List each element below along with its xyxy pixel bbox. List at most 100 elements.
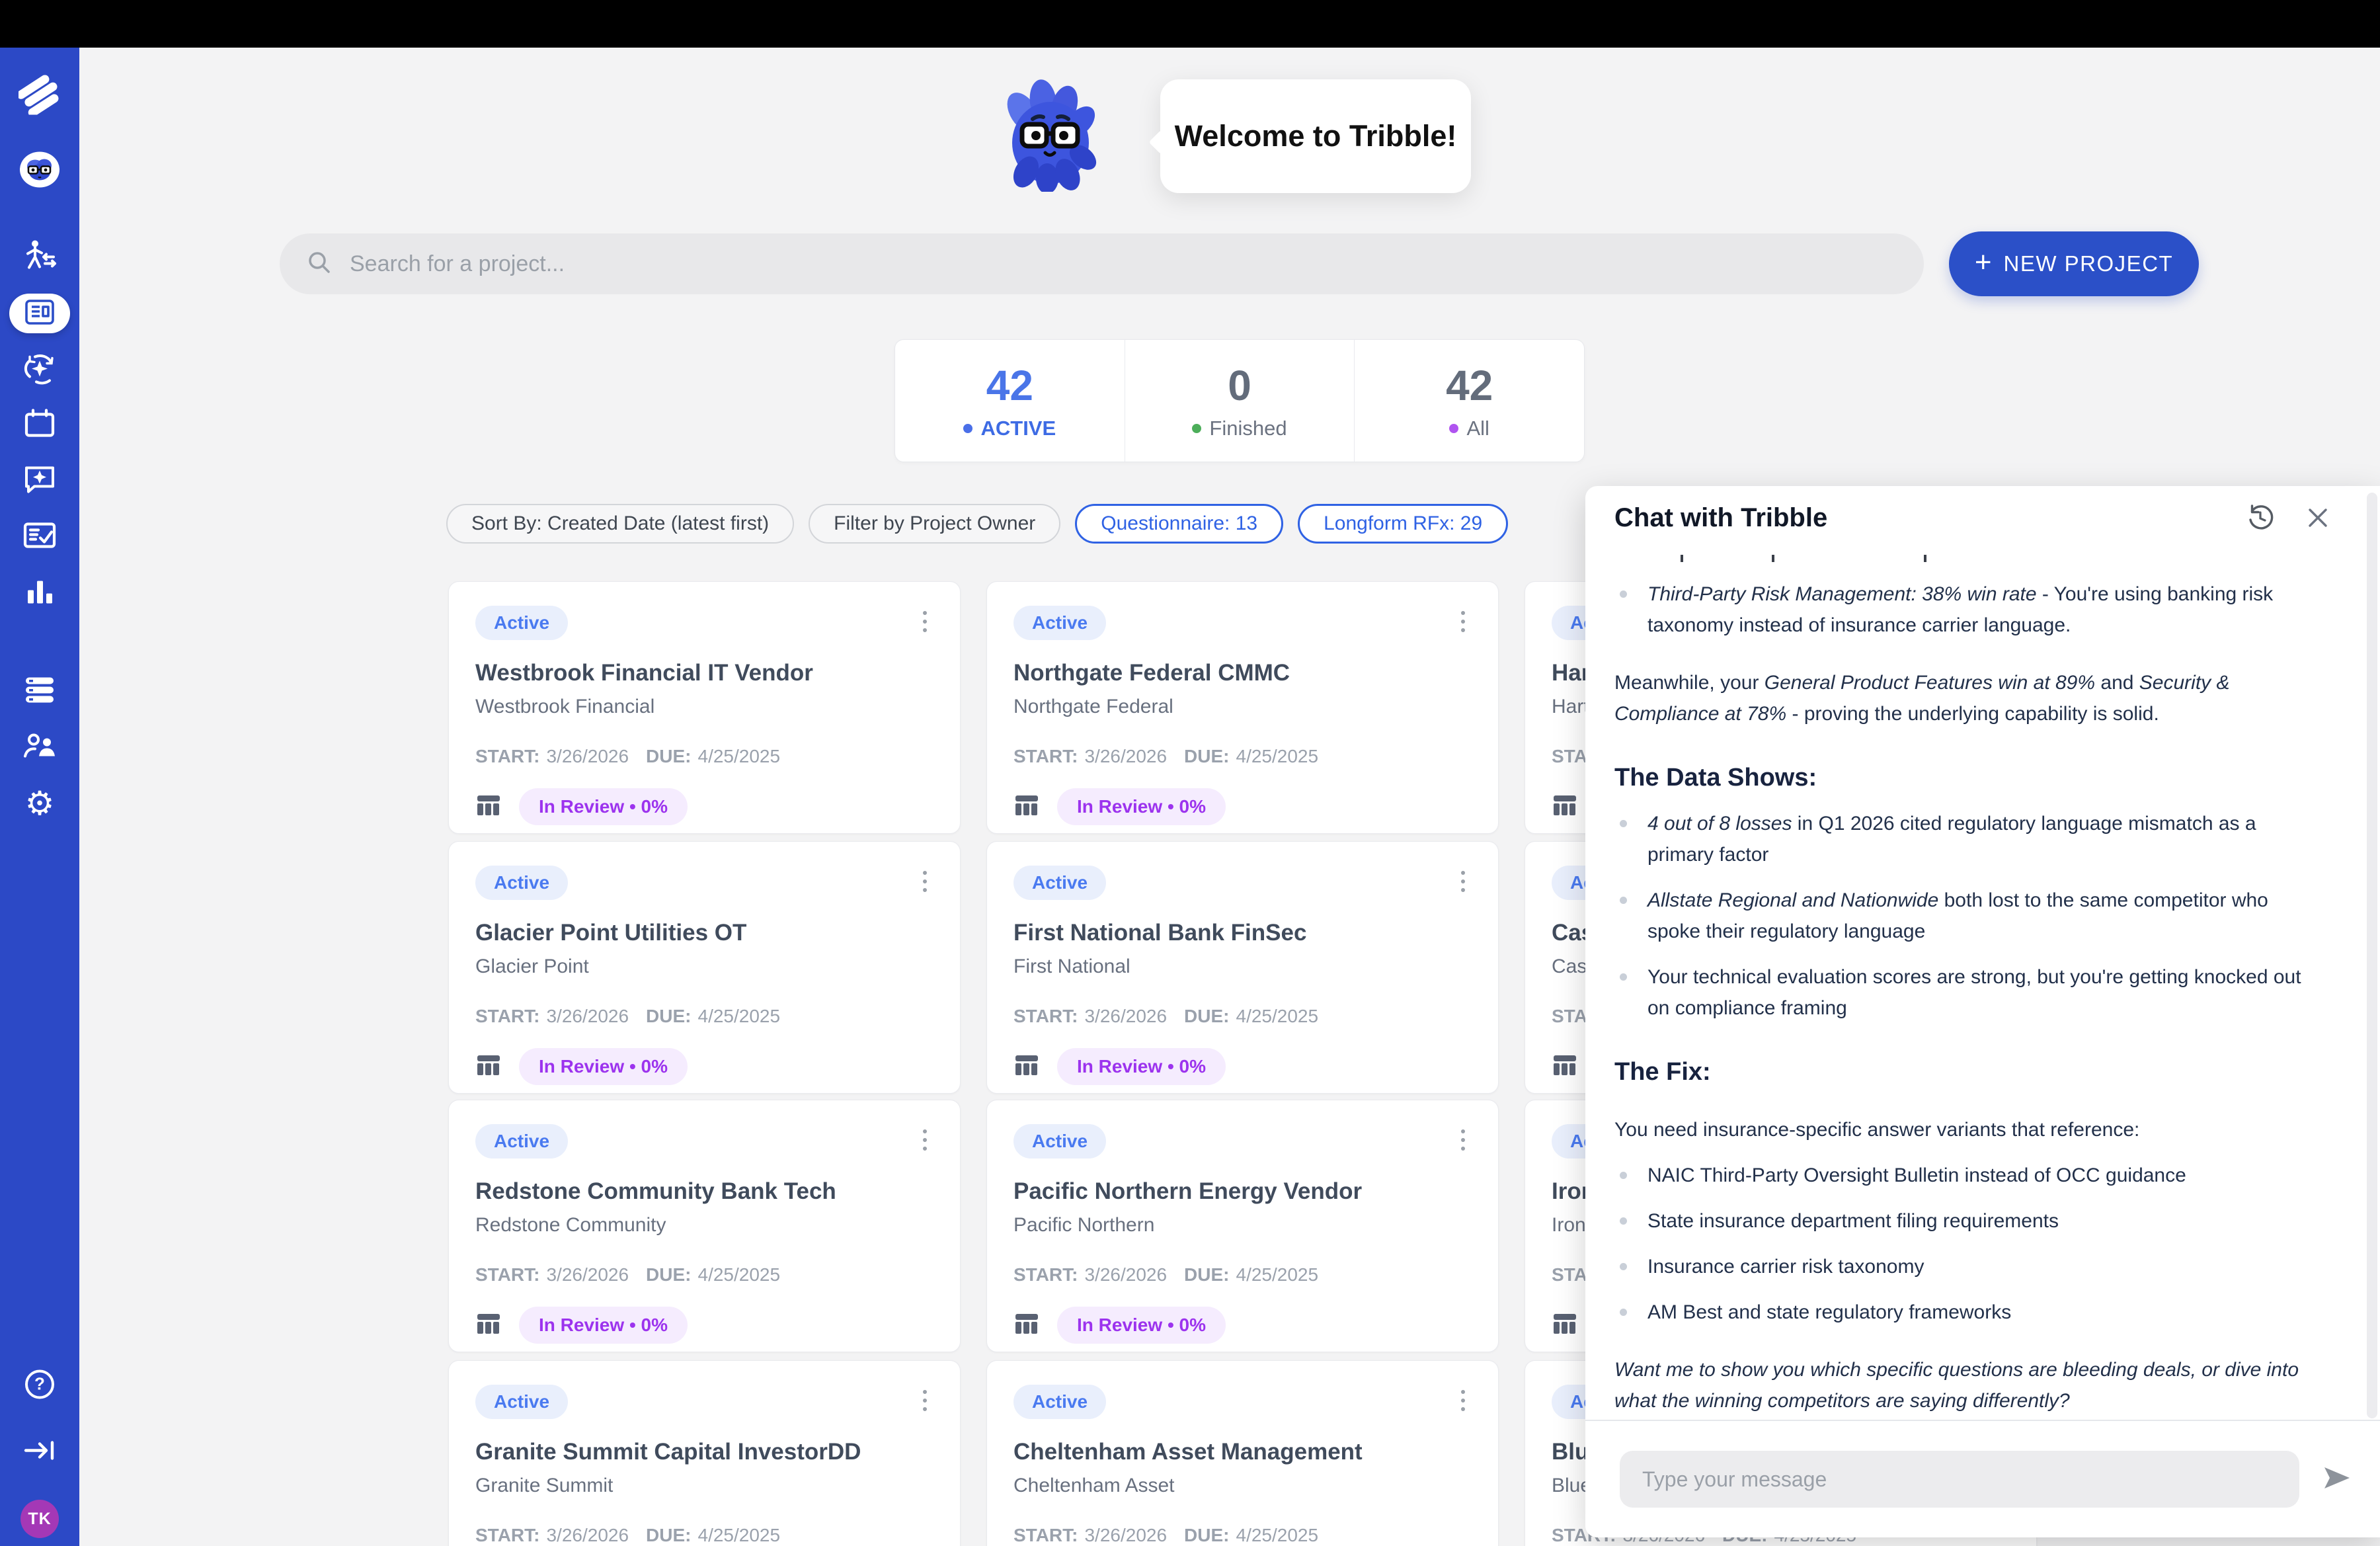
new-project-button[interactable]: + NEW PROJECT xyxy=(1949,231,2199,296)
sidebar-item-users[interactable] xyxy=(0,731,79,765)
filter-chip[interactable]: Sort By: Created Date (latest first) xyxy=(446,504,794,544)
filter-chip[interactable]: Filter by Project Owner xyxy=(809,504,1060,544)
project-subtitle: Granite Summit xyxy=(475,1475,933,1497)
close-icon[interactable] xyxy=(2305,505,2331,531)
history-icon[interactable] xyxy=(2245,503,2276,533)
review-progress-badge: In Review • 0% xyxy=(1057,788,1226,825)
project-dates: START:3/26/2026DUE:4/25/2025 xyxy=(475,1525,933,1546)
project-card[interactable]: Active Redstone Community Bank Tech Reds… xyxy=(448,1100,961,1352)
project-search[interactable] xyxy=(280,233,1924,294)
users-icon xyxy=(22,731,58,765)
sidebar: ⚙ ? TK xyxy=(0,48,79,1546)
chat-bullet-item: Insurance carrier risk taxonomy xyxy=(1614,1251,2324,1282)
sidebar-item-projects[interactable] xyxy=(0,294,79,333)
project-dates: START:3/26/2026DUE:4/25/2025 xyxy=(475,1006,933,1027)
sidebar-item-refresh-sparkle[interactable] xyxy=(0,352,79,389)
filter-chip[interactable]: Questionnaire: 13 xyxy=(1075,504,1283,544)
chat-bullet-list: Third-Party Risk Management: 38% win rat… xyxy=(1614,579,2324,641)
data-stack-icon xyxy=(22,675,57,709)
help-icon: ? xyxy=(23,1368,56,1404)
review-progress-badge: In Review • 0% xyxy=(519,788,688,825)
table-icon xyxy=(1013,1312,1040,1339)
project-card[interactable]: Active Granite Summit Capital InvestorDD… xyxy=(448,1360,961,1546)
project-title: Redstone Community Bank Tech xyxy=(475,1178,933,1205)
project-dates: START:3/26/2026DUE:4/25/2025 xyxy=(1013,1006,1472,1027)
chat-paragraph: Meanwhile, your General Product Features… xyxy=(1614,667,2324,729)
sidebar-item-help[interactable]: ? xyxy=(0,1368,79,1404)
table-icon xyxy=(1552,1053,1578,1080)
chat-section-heading: The Fix: xyxy=(1614,1057,2324,1088)
table-icon xyxy=(475,793,502,821)
sidebar-item-analytics[interactable] xyxy=(0,577,79,611)
tribble-mascot-illustration xyxy=(998,78,1103,195)
chat-bullet-item: Allstate Regional and Nationwide both lo… xyxy=(1614,885,2324,947)
stat-tab-active[interactable]: 42 ACTIVE xyxy=(895,340,1125,462)
chat-message: Third-Party Risk Management: 38% win rat… xyxy=(1585,552,2361,1418)
sidebar-item-workflow[interactable] xyxy=(0,239,79,276)
project-card[interactable]: Active Cheltenham Asset Management Chelt… xyxy=(986,1360,1499,1546)
calendar-icon xyxy=(23,408,56,443)
project-card[interactable]: Active Northgate Federal CMMC Northgate … xyxy=(986,581,1499,834)
chat-message-input[interactable] xyxy=(1620,1451,2299,1508)
send-icon[interactable] xyxy=(2319,1461,2354,1498)
project-dates: START:3/26/2026DUE:4/25/2025 xyxy=(1013,1525,1472,1546)
project-title: Northgate Federal CMMC xyxy=(1013,660,1472,686)
card-menu-icon[interactable] xyxy=(1454,1124,1472,1156)
card-menu-icon[interactable] xyxy=(916,1124,933,1156)
search-icon xyxy=(306,249,333,279)
stat-tab-finished[interactable]: 0 Finished xyxy=(1125,340,1355,462)
stat-dot xyxy=(1192,424,1201,433)
project-dates: START:3/26/2026DUE:4/25/2025 xyxy=(1013,1264,1472,1285)
plus-icon: + xyxy=(1975,248,1992,277)
status-badge: Active xyxy=(1013,606,1106,640)
settings-icon: ⚙ xyxy=(25,787,55,820)
stat-dot xyxy=(963,424,972,433)
sidebar-item-forms-check[interactable] xyxy=(0,520,79,554)
assistant-avatar-icon xyxy=(19,151,60,192)
card-menu-icon[interactable] xyxy=(1454,1385,1472,1416)
sidebar-item-user-avatar[interactable]: TK xyxy=(0,1500,79,1538)
project-stats-card: 42 ACTIVE 0 Finished 42 All xyxy=(894,339,1585,462)
welcome-title: Welcome to Tribble! xyxy=(1175,119,1457,153)
user-avatar[interactable]: TK xyxy=(20,1500,59,1538)
project-card[interactable]: Active Westbrook Financial IT Vendor Wes… xyxy=(448,581,961,834)
project-subtitle: First National xyxy=(1013,956,1472,978)
status-badge: Active xyxy=(1013,1124,1106,1159)
stat-label: ACTIVE xyxy=(980,417,1056,440)
card-menu-icon[interactable] xyxy=(1454,606,1472,637)
project-dates: START:3/26/2026DUE:4/25/2025 xyxy=(475,1264,933,1285)
card-menu-icon[interactable] xyxy=(916,606,933,637)
stat-value: 42 xyxy=(1446,361,1493,410)
project-card[interactable]: Active Glacier Point Utilities OT Glacie… xyxy=(448,841,961,1094)
sidebar-item-tribble-logo[interactable] xyxy=(0,75,79,118)
card-menu-icon[interactable] xyxy=(916,1385,933,1416)
sidebar-item-chat-sparkle[interactable] xyxy=(0,463,79,499)
sidebar-item-calendar[interactable] xyxy=(0,408,79,443)
sidebar-item-assistant-avatar[interactable] xyxy=(0,151,79,192)
stat-tab-all[interactable]: 42 All xyxy=(1354,340,1584,462)
project-title: Glacier Point Utilities OT xyxy=(475,920,933,946)
project-subtitle: Redstone Community xyxy=(475,1214,933,1237)
filter-chip[interactable]: Longform RFx: 29 xyxy=(1298,504,1508,544)
clipped-text-fragment xyxy=(1614,552,2324,564)
project-card[interactable]: Active Pacific Northern Energy Vendor Pa… xyxy=(986,1100,1499,1352)
sidebar-item-data-stack[interactable] xyxy=(0,675,79,709)
table-icon xyxy=(1552,793,1578,821)
chat-paragraph: Want me to show you which specific quest… xyxy=(1614,1354,2324,1416)
card-menu-icon[interactable] xyxy=(916,866,933,897)
chat-bullet-item: AM Best and state regulatory frameworks xyxy=(1614,1297,2324,1328)
sidebar-item-settings[interactable]: ⚙ xyxy=(0,787,79,820)
table-icon xyxy=(1552,1312,1578,1339)
table-icon xyxy=(1013,793,1040,821)
chat-title: Chat with Tribble xyxy=(1614,503,2245,533)
chat-scrollbar[interactable] xyxy=(2367,493,2377,1418)
sidebar-item-logout[interactable] xyxy=(0,1437,79,1468)
card-menu-icon[interactable] xyxy=(1454,866,1472,897)
chat-bullet-list: NAIC Third-Party Oversight Bulletin inst… xyxy=(1614,1160,2324,1328)
welcome-speech-bubble: Welcome to Tribble! xyxy=(1160,79,1471,193)
filter-chips: Sort By: Created Date (latest first) Filt… xyxy=(446,504,1508,544)
top-black-bar xyxy=(0,0,2380,48)
search-input[interactable] xyxy=(350,251,1897,277)
project-card[interactable]: Active First National Bank FinSec First … xyxy=(986,841,1499,1094)
review-progress-badge: In Review • 0% xyxy=(1057,1307,1226,1344)
